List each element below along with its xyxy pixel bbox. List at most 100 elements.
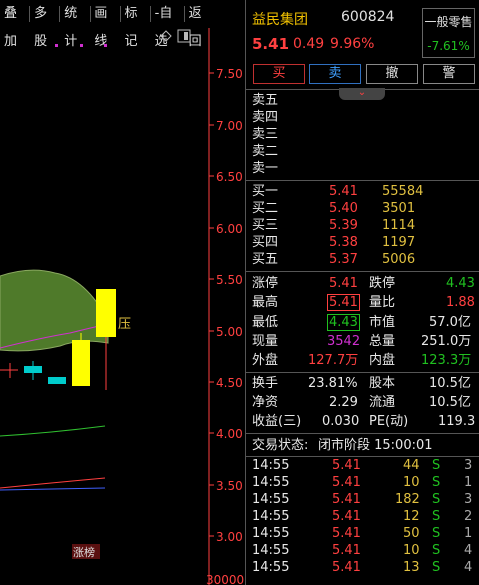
chart-toolbar: 叠加 多股 统计 画线 标记 -自选 返回: [0, 0, 214, 49]
buy-button[interactable]: 买: [253, 64, 305, 84]
tick-side: S: [432, 475, 441, 490]
market-cap-value: 57.0亿: [429, 315, 471, 330]
volume-axis-label: 30000: [206, 573, 244, 585]
stats-row: 净资 2.29 流通 10.5亿: [246, 394, 479, 411]
limit-down-label: 跌停: [369, 276, 396, 291]
cancel-order-button[interactable]: 撤: [366, 64, 418, 84]
price-label: 4.50: [216, 376, 243, 390]
indicator-line-blue: [0, 487, 106, 491]
low-label: 最低: [252, 315, 279, 330]
quote-panel: 益民集团 600824 5.41 0.49 9.96% 一般零售 -7.61% …: [246, 0, 479, 585]
equity-value: 10.5亿: [429, 376, 471, 391]
mark-button[interactable]: 标记: [121, 0, 150, 49]
price-label: 5.50: [216, 273, 243, 287]
multi-stock-button[interactable]: 多股: [30, 0, 59, 49]
pressure-label: 压: [118, 317, 131, 332]
stock-code: 600824: [341, 9, 395, 25]
diamond-icon[interactable]: [160, 30, 172, 42]
tick-volume: 12: [403, 509, 420, 524]
bid-label: 买三: [252, 218, 279, 233]
remove-watchlist-button[interactable]: -自选: [151, 0, 184, 49]
tick-volume: 10: [403, 475, 420, 490]
bid-price: 5.40: [329, 201, 358, 216]
limit-down-value: 4.43: [446, 276, 475, 291]
stats-row: 最低 4.43 市值 57.0亿: [246, 314, 479, 331]
price-label: 7.50: [216, 67, 243, 81]
kline-chart-svg: 7.50 7.00 6.50 6.00 5.50 5.00 4.50 4.00 …: [0, 28, 244, 585]
ask-row: 卖三: [246, 126, 479, 143]
back-button[interactable]: 返回: [185, 0, 214, 49]
tick-volume: 44: [403, 458, 420, 473]
ask-row: 卖五: [246, 92, 479, 109]
tick-time: 14:55: [252, 543, 290, 558]
price-label: 3.00: [216, 530, 243, 544]
indicator-line-green: [0, 425, 106, 437]
statistics-button[interactable]: 统计: [60, 0, 89, 49]
bid-price: 5.41: [329, 184, 358, 199]
bid-row[interactable]: 买一 5.41 55584: [246, 183, 479, 200]
limit-up-tag[interactable]: 涨榜: [73, 545, 95, 559]
outer-volume-label: 外盘: [252, 353, 279, 368]
sector-tag[interactable]: 一般零售 -7.61%: [422, 8, 475, 58]
tick-side: S: [432, 492, 441, 507]
tick-count: 2: [464, 509, 473, 524]
tick-row: 14:55 5.41 44 S 3: [246, 457, 479, 474]
overlay-button[interactable]: 叠加: [0, 0, 29, 49]
tick-row: 14:55 5.41 182 S 3: [246, 491, 479, 508]
draw-line-button[interactable]: 画线: [90, 0, 119, 49]
tick-volume: 50: [403, 526, 420, 541]
tick-count: 4: [464, 560, 473, 575]
section-divider: [246, 180, 479, 181]
signal-dot: [104, 44, 107, 47]
nav-label: 净资: [252, 395, 279, 410]
limit-up-label: 涨停: [252, 276, 279, 291]
tick-count: 4: [464, 543, 473, 558]
float-value: 10.5亿: [429, 395, 471, 410]
stats-row: 最高 5.41 量比 1.88: [246, 294, 479, 311]
sector-change-pct: -7.61%: [427, 39, 470, 53]
ask-label: 卖四: [252, 110, 279, 125]
indicator-line-red: [0, 477, 106, 489]
price-label: 6.50: [216, 170, 243, 184]
tick-price: 5.41: [332, 492, 361, 507]
bid-volume: 1114: [382, 218, 416, 233]
stats-row: 换手 23.81% 股本 10.5亿: [246, 375, 479, 392]
tick-time: 14:55: [252, 560, 290, 575]
volume-ratio-value: 1.88: [446, 295, 475, 310]
kline-chart[interactable]: 7.50 7.00 6.50 6.00 5.50 5.00 4.50 4.00 …: [0, 28, 245, 585]
inner-volume-value: 123.3万: [421, 353, 472, 368]
tick-price: 5.41: [332, 560, 361, 575]
bid-price: 5.38: [329, 235, 358, 250]
volume-ratio-label: 量比: [369, 295, 396, 310]
bid-label: 买一: [252, 184, 279, 199]
section-divider: [246, 271, 479, 272]
high-value: 5.41: [327, 294, 360, 311]
tick-row: 14:55 5.41 50 S 1: [246, 525, 479, 542]
bid-row[interactable]: 买二 5.40 3501: [246, 200, 479, 217]
total-volume-value: 251.0万: [421, 334, 472, 349]
section-divider: [246, 433, 479, 434]
turnover-label: 换手: [252, 376, 279, 391]
ask-label: 卖二: [252, 144, 279, 159]
bid-row[interactable]: 买四 5.38 1197: [246, 234, 479, 251]
sell-button[interactable]: 卖: [309, 64, 361, 84]
bid-label: 买二: [252, 201, 279, 216]
price-label: 4.00: [216, 427, 243, 441]
market-cap-label: 市值: [369, 315, 396, 330]
bid-volume: 1197: [382, 235, 416, 250]
tick-price: 5.41: [332, 526, 361, 541]
bid-volume: 55584: [382, 184, 424, 199]
stock-name: 益民集团: [252, 12, 308, 28]
bid-row[interactable]: 买五 5.37 5006: [246, 251, 479, 268]
ask-label: 卖五: [252, 93, 279, 108]
bid-row[interactable]: 买三 5.39 1114: [246, 217, 479, 234]
tick-count: 1: [464, 526, 473, 541]
bid-price: 5.37: [329, 252, 358, 267]
tick-row: 14:55 5.41 10 S 4: [246, 542, 479, 559]
tick-volume: 182: [395, 492, 420, 507]
bid-price: 5.39: [329, 218, 358, 233]
tick-row: 14:55 5.41 12 S 2: [246, 508, 479, 525]
tick-price: 5.41: [332, 509, 361, 524]
tick-side: S: [432, 509, 441, 524]
alert-button[interactable]: 警: [423, 64, 475, 84]
